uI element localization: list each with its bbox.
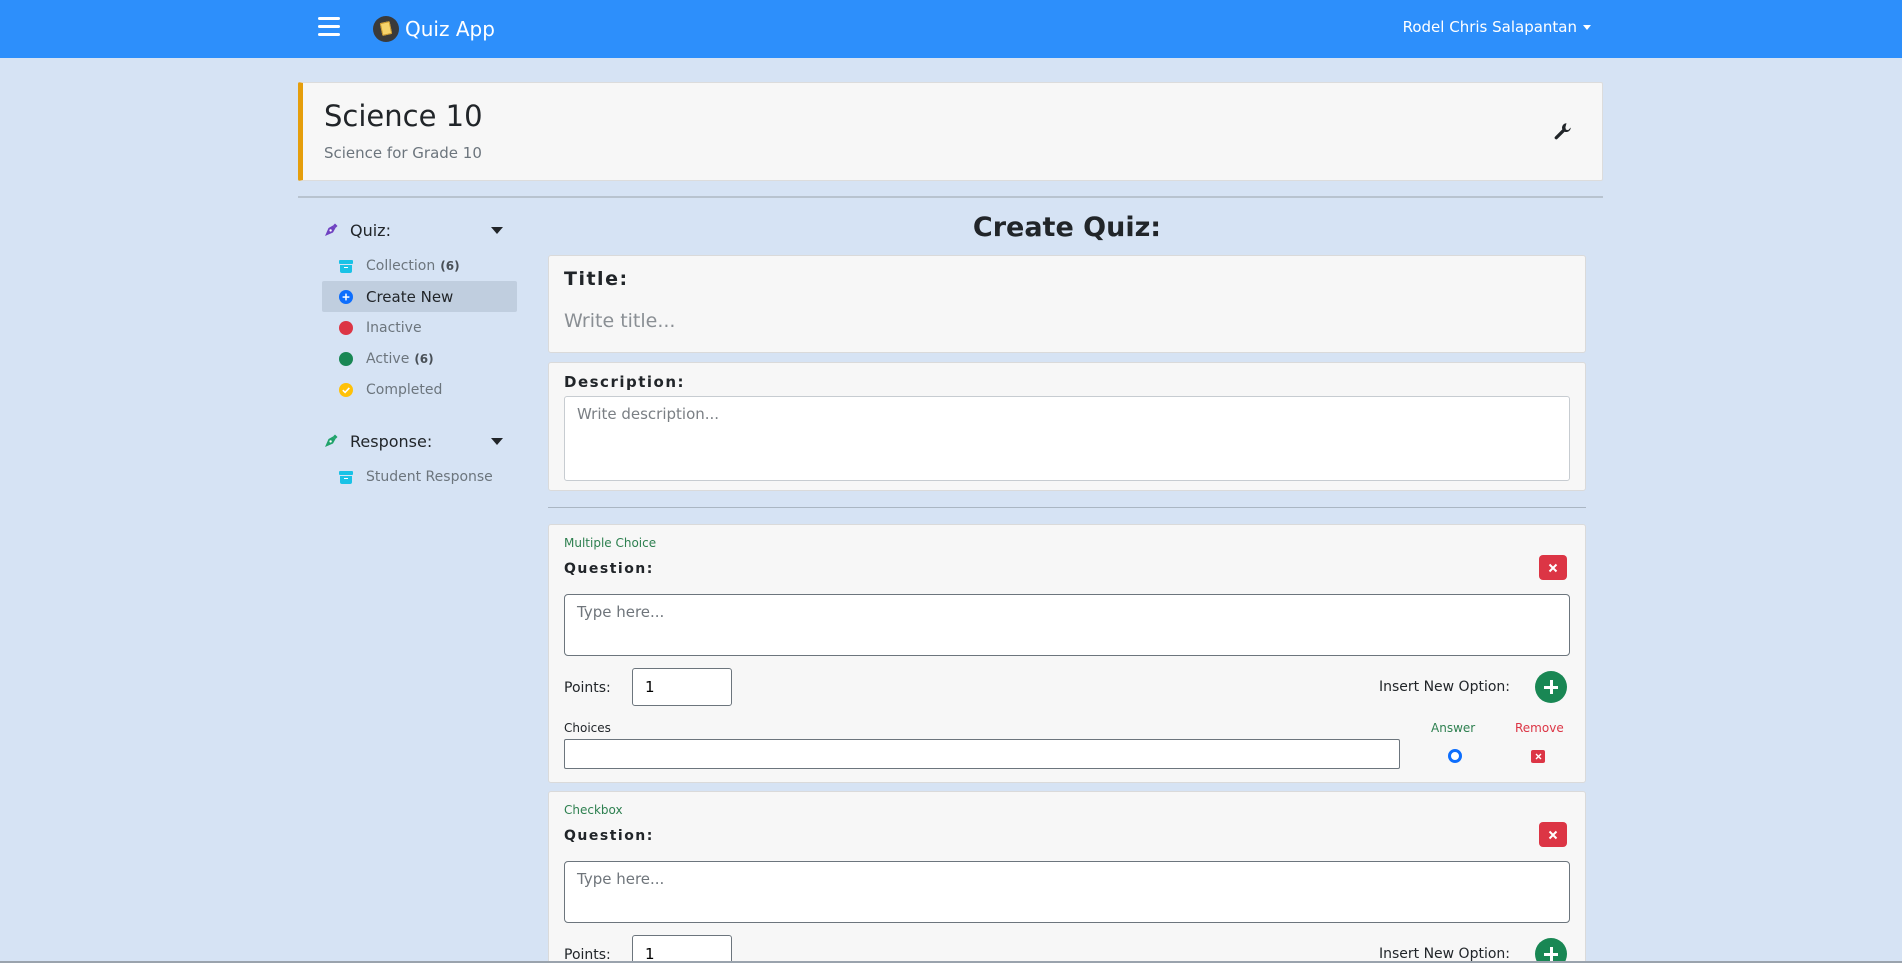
insert-option-label: Insert New Option:: [1378, 679, 1510, 695]
sidebar-item-label: Active: [366, 350, 410, 367]
question-text-input[interactable]: [564, 594, 1570, 656]
question-text-input[interactable]: [564, 861, 1570, 923]
pen-nib-icon: [325, 434, 338, 447]
sidebar-item-label: Completed: [366, 381, 443, 398]
plus-circle-icon: [339, 289, 353, 304]
sidebar-item-active[interactable]: Active (6): [322, 343, 517, 374]
insert-option-button[interactable]: [1535, 938, 1567, 963]
count-badge: (6): [440, 258, 460, 273]
page-title: Create Quiz:: [972, 212, 1162, 243]
sidebar-item-inactive[interactable]: Inactive: [322, 312, 517, 343]
close-icon: [1535, 753, 1541, 760]
answer-label: Answer: [1431, 721, 1476, 735]
caret-down-icon: [491, 226, 503, 234]
section-divider: [548, 507, 1586, 508]
remove-question-button[interactable]: [1539, 555, 1567, 580]
points-label: Points:: [564, 680, 611, 696]
sidebar-quiz-label: Quiz:: [350, 220, 391, 240]
question-label: Question:: [564, 828, 654, 844]
sidebar: Quiz: Collection (6) Create New Inactive…: [322, 210, 517, 492]
caret-down-icon: [491, 437, 503, 445]
question-card: Multiple Choice Question: Points: Insert…: [548, 524, 1586, 783]
remove-label: Remove: [1515, 721, 1564, 735]
points-input[interactable]: [632, 668, 732, 706]
question-card: Checkbox Question: Points: Insert New Op…: [548, 791, 1586, 963]
user-menu-dropdown[interactable]: Rodel Chris Salapantan: [1403, 18, 1591, 36]
sidebar-item-label: Inactive: [366, 319, 422, 336]
caret-down-icon: [1583, 25, 1591, 30]
course-title: Science 10: [324, 99, 483, 133]
title-card: Title:: [548, 255, 1586, 353]
question-type-label: Multiple Choice: [564, 536, 657, 550]
sidebar-item-label: Collection: [366, 257, 436, 274]
question-type-label: Checkbox: [564, 803, 623, 817]
question-label: Question:: [564, 561, 654, 577]
pen-nib-icon: [325, 223, 338, 236]
sidebar-item-completed[interactable]: Completed: [322, 374, 517, 405]
archive-icon: [338, 469, 354, 485]
title-input[interactable]: [564, 306, 1564, 336]
remove-choice-button[interactable]: [1531, 750, 1545, 763]
sidebar-item-label: Create New: [366, 287, 454, 306]
header-divider: [298, 196, 1603, 198]
description-input[interactable]: [564, 396, 1570, 481]
archive-icon: [338, 258, 354, 274]
green-dot-icon: [339, 351, 353, 366]
sidebar-item-collection[interactable]: Collection (6): [322, 250, 517, 281]
close-icon: [1548, 563, 1558, 572]
points-input[interactable]: [632, 935, 732, 963]
description-card: Description:: [548, 362, 1586, 491]
title-label: Title:: [564, 268, 629, 290]
wrench-icon[interactable]: [1552, 121, 1572, 141]
red-dot-icon: [339, 320, 353, 335]
brand-link[interactable]: Quiz App: [373, 15, 495, 43]
choice-input[interactable]: [564, 739, 1400, 769]
sidebar-quiz-section-toggle[interactable]: Quiz:: [322, 210, 517, 250]
sidebar-response-label: Response:: [350, 431, 433, 451]
top-navbar: Quiz App Rodel Chris Salapantan: [0, 0, 1902, 58]
sidebar-response-section-toggle[interactable]: Response:: [322, 421, 517, 461]
choices-label: Choices: [564, 721, 611, 735]
quiz-app-logo-icon: [373, 16, 399, 42]
close-icon: [1548, 830, 1558, 839]
sidebar-item-label: Student Response: [366, 468, 493, 485]
user-name: Rodel Chris Salapantan: [1402, 18, 1577, 36]
check-circle-icon: [339, 382, 353, 397]
course-subtitle: Science for Grade 10: [324, 144, 482, 162]
menu-toggle-icon[interactable]: [318, 17, 342, 39]
course-header-card: Science 10 Science for Grade 10: [298, 82, 1603, 181]
insert-option-button[interactable]: [1535, 671, 1567, 703]
brand-name: Quiz App: [405, 17, 495, 41]
sidebar-item-create-new[interactable]: Create New: [322, 281, 517, 312]
answer-radio[interactable]: [1448, 749, 1462, 763]
remove-question-button[interactable]: [1539, 822, 1567, 847]
description-label: Description:: [564, 373, 686, 391]
insert-option-label: Insert New Option:: [1378, 946, 1510, 962]
sidebar-item-student-response[interactable]: Student Response: [322, 461, 517, 492]
count-badge: (6): [414, 351, 434, 366]
